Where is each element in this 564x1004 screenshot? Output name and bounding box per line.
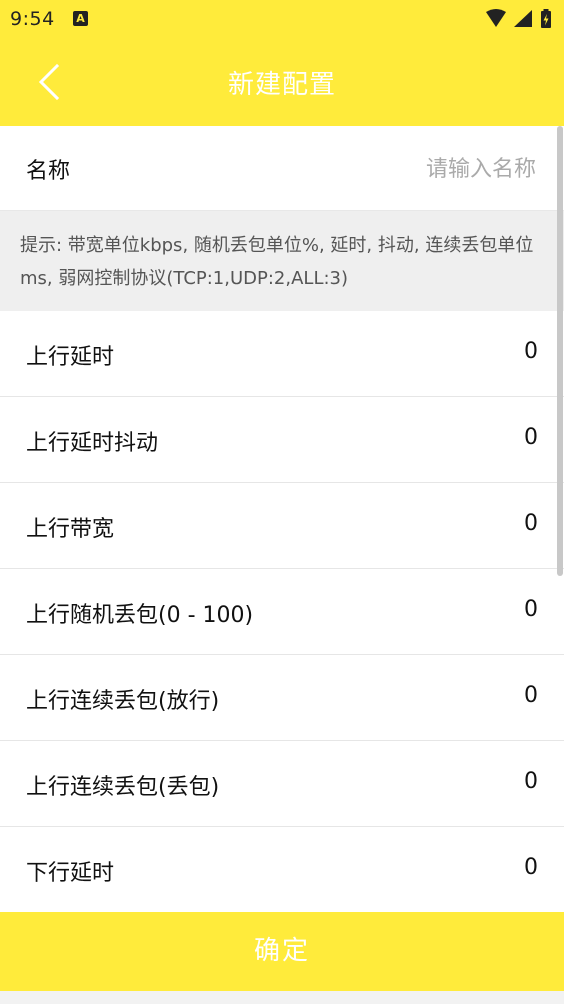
config-form: 名称 提示: 带宽单位kbps, 随机丢包单位%, 延时, 抖动, 连续丢包单位…: [0, 126, 564, 913]
param-row-uplink-jitter[interactable]: 上行延时抖动 0: [0, 397, 564, 483]
param-label: 下行延时: [26, 861, 115, 886]
wifi-icon: [486, 9, 506, 27]
confirm-button[interactable]: 确定: [0, 912, 564, 991]
param-label: 上行延时: [26, 345, 115, 370]
status-bar: 9:54 A: [0, 0, 564, 38]
hint-box: 提示: 带宽单位kbps, 随机丢包单位%, 延时, 抖动, 连续丢包单位ms,…: [0, 211, 564, 311]
param-row-downlink-delay[interactable]: 下行延时 0: [0, 827, 564, 913]
param-row-uplink-delay[interactable]: 上行延时 0: [0, 311, 564, 397]
param-value: 0: [524, 425, 538, 450]
param-label: 上行延时抖动: [26, 431, 159, 456]
param-label: 上行带宽: [26, 517, 115, 542]
param-label: 上行连续丢包(丢包): [26, 775, 220, 800]
param-value: 0: [524, 769, 538, 794]
bottom-strip: [0, 991, 564, 1004]
param-value: 0: [524, 511, 538, 536]
hint-text: 提示: 带宽单位kbps, 随机丢包单位%, 延时, 抖动, 连续丢包单位ms,…: [20, 235, 534, 289]
param-row-uplink-random-loss[interactable]: 上行随机丢包(0 - 100) 0: [0, 569, 564, 655]
param-row-uplink-bandwidth[interactable]: 上行带宽 0: [0, 483, 564, 569]
param-label: 上行随机丢包(0 - 100): [26, 603, 254, 628]
status-icons: [484, 8, 556, 30]
param-value: 0: [524, 855, 538, 880]
param-value: 0: [524, 339, 538, 364]
signal-icon: [514, 10, 532, 27]
battery-icon: [541, 9, 551, 28]
scrollbar[interactable]: [557, 126, 563, 576]
status-time: 9:54: [10, 8, 55, 30]
param-value: 0: [524, 683, 538, 708]
app-bar: 新建配置: [0, 38, 564, 126]
param-row-uplink-burst-pass[interactable]: 上行连续丢包(放行) 0: [0, 655, 564, 741]
page-title: 新建配置: [227, 70, 336, 100]
name-row: 名称: [0, 126, 564, 211]
name-input[interactable]: [274, 148, 538, 190]
param-row-uplink-burst-drop[interactable]: 上行连续丢包(丢包) 0: [0, 741, 564, 827]
notification-a-icon: A: [73, 11, 88, 26]
name-label: 名称: [26, 159, 71, 184]
param-value: 0: [524, 597, 538, 622]
param-label: 上行连续丢包(放行): [26, 689, 220, 714]
